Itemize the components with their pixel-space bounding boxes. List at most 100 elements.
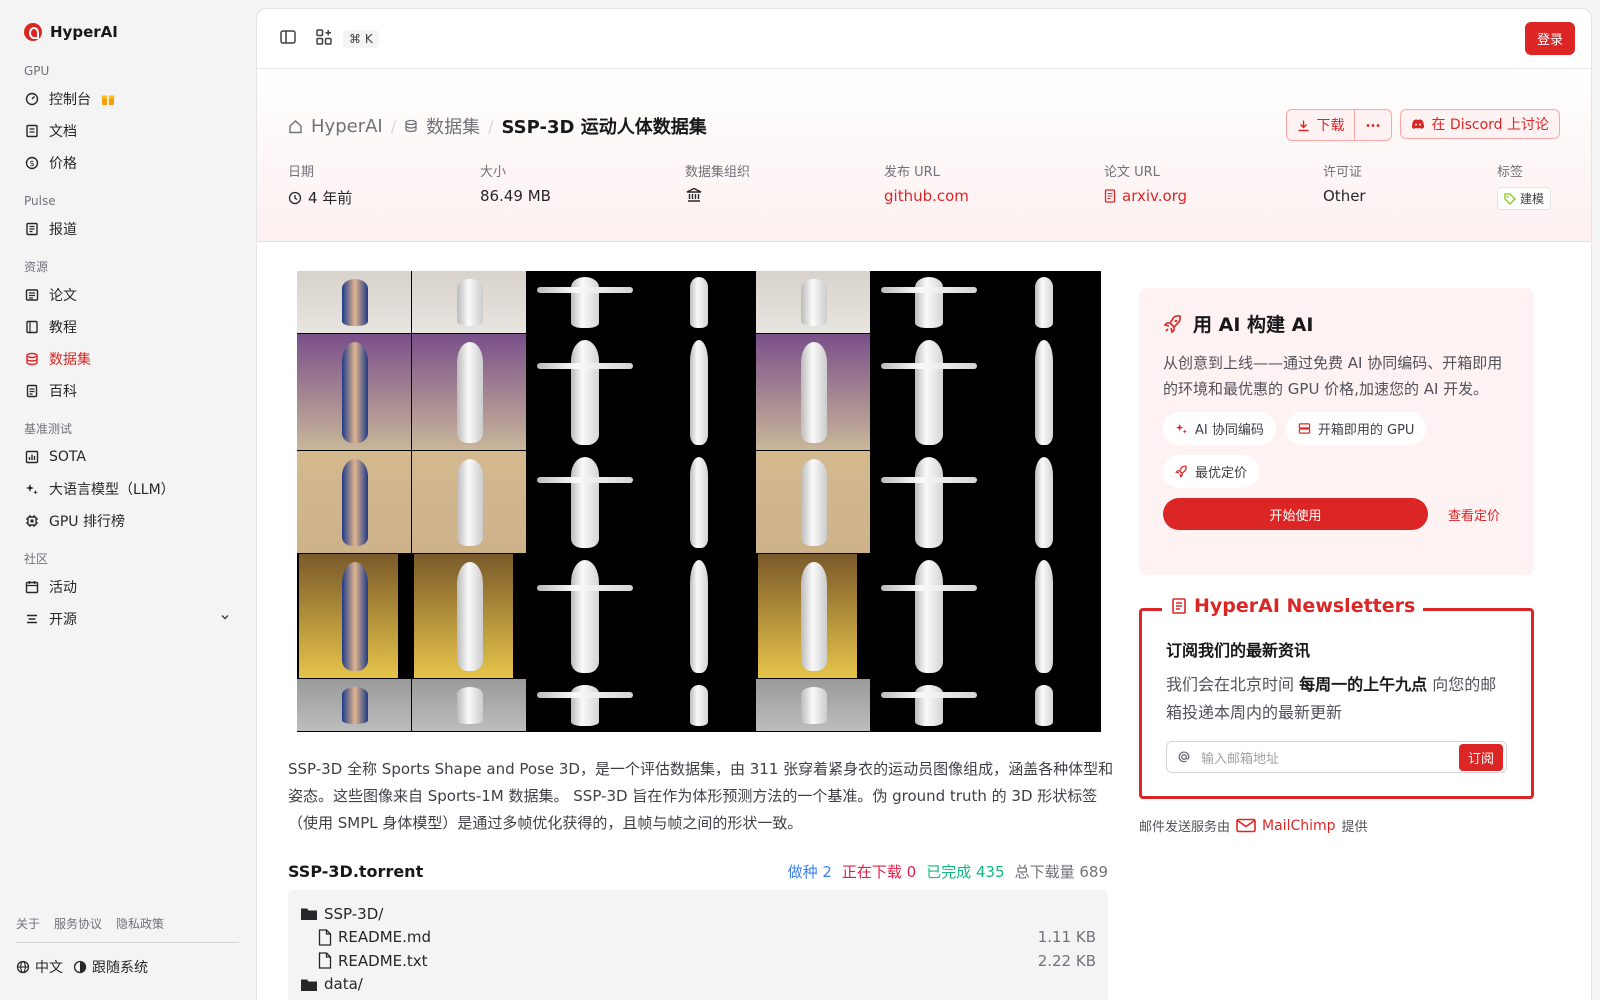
- breadcrumb-home[interactable]: HyperAI: [311, 116, 383, 137]
- file-row[interactable]: SSP-3D/: [300, 902, 1096, 926]
- meta-label: 日期: [288, 165, 315, 180]
- download-button[interactable]: 下载: [1287, 110, 1354, 140]
- mailchimp-link[interactable]: MailChimp: [1262, 818, 1336, 834]
- brand[interactable]: HyperAI: [16, 15, 239, 49]
- preview-mesh: [914, 340, 943, 445]
- file-name: README.md: [338, 928, 432, 947]
- sidebar-item-datasets[interactable]: 数据集: [16, 343, 239, 375]
- sidebar-item-llm[interactable]: 大语言模型（LLM）: [16, 473, 239, 505]
- file-row[interactable]: data/: [300, 973, 1096, 997]
- privacy-link[interactable]: 隐私政策: [116, 915, 164, 932]
- sidebar-item-docs[interactable]: 文档: [16, 115, 239, 147]
- download-label: 下载: [1316, 118, 1345, 134]
- brand-name: HyperAI: [50, 23, 118, 41]
- preview-figure: [801, 687, 827, 724]
- page-title: SSP-3D 运动人体数据集: [501, 117, 707, 138]
- promo-chips: AI 协同编码 开箱即用的 GPU 最优定价: [1163, 412, 1493, 488]
- preview-mesh-arms: [536, 363, 633, 369]
- chip-label: AI 协同编码: [1195, 423, 1264, 438]
- sidebar-item-events[interactable]: 活动: [16, 571, 239, 603]
- subscribe-button[interactable]: 订阅: [1458, 743, 1503, 771]
- view-pricing-link[interactable]: 查看定价: [1448, 505, 1500, 524]
- command-shortcut[interactable]: ⌘ K: [343, 29, 379, 48]
- header-actions: 下载 在 Discord 上讨论: [1286, 109, 1560, 141]
- preview-mesh: [914, 457, 943, 548]
- feature-chip: AI 协同编码: [1163, 412, 1276, 445]
- completed-count: 已完成 435: [926, 863, 1005, 881]
- about-link[interactable]: 关于: [16, 915, 40, 932]
- breadcrumb-datasets[interactable]: 数据集: [426, 113, 480, 139]
- gift-icon: [101, 92, 117, 106]
- newsletter-title: HyperAI Newsletters: [1194, 595, 1416, 617]
- sidebar-item-label: 大语言模型（LLM）: [49, 482, 175, 498]
- dataset-header: HyperAI / 数据集 / SSP-3D 运动人体数据集 下载 在 Disc…: [257, 69, 1591, 242]
- tag-chip[interactable]: 建模: [1497, 187, 1552, 210]
- file-icon: [318, 952, 332, 969]
- total-downloads: 总下载量 689: [1014, 863, 1108, 881]
- discord-button[interactable]: 在 Discord 上讨论: [1400, 109, 1560, 139]
- paper-link[interactable]: arxiv.org: [1122, 187, 1187, 205]
- release-link[interactable]: github.com: [884, 187, 969, 205]
- get-started-button[interactable]: 开始使用: [1163, 498, 1428, 530]
- newsletter-heading: 订阅我们的最新资讯: [1166, 641, 1311, 660]
- sidebar-item-tutorials[interactable]: 教程: [16, 311, 239, 343]
- email-input[interactable]: 输入邮箱地址: [1201, 748, 1279, 767]
- file-tree: SSP-3D/ README.md 1.11 KB README.txt 2.2…: [288, 890, 1108, 1000]
- list-icon: [25, 612, 39, 626]
- sidebar-toggle-icon[interactable]: [279, 28, 297, 50]
- preview-figure: [457, 279, 483, 326]
- file-row[interactable]: README.md 1.11 KB: [300, 926, 1096, 950]
- preview-figure: [457, 342, 483, 443]
- section-community: 社区: [24, 552, 49, 566]
- rocket-icon: [1175, 465, 1187, 478]
- hyperai-logo-icon: [24, 23, 42, 41]
- sidebar-item-pricing[interactable]: $ 价格: [16, 147, 239, 179]
- preview-mesh: [570, 560, 599, 673]
- more-button[interactable]: [1355, 110, 1391, 140]
- sidebar-item-papers[interactable]: 论文: [16, 279, 239, 311]
- tag-icon: [1504, 192, 1516, 205]
- topbar: ⌘ K 登录: [257, 9, 1591, 69]
- institution-icon[interactable]: [685, 187, 703, 203]
- sidebar-item-open-source[interactable]: 开源: [16, 603, 239, 635]
- database-icon: [405, 119, 417, 133]
- preview-mesh-arms: [880, 585, 977, 591]
- server-icon: [1298, 423, 1311, 434]
- promo-card: 用 AI 构建 AI 从创意到上线——通过免费 AI 协同编码、开箱即用的环境和…: [1139, 288, 1534, 575]
- login-button[interactable]: 登录: [1524, 22, 1575, 55]
- file-row[interactable]: README.txt 2.22 KB: [300, 949, 1096, 973]
- sidebar: HyperAI GPU 控制台 文档 $ 价格 Pulse 报道 资源 论文 教…: [0, 0, 255, 1000]
- promo-text: 从创意到上线——通过免费 AI 协同编码、开箱即用的环境和最优惠的 GPU 价格…: [1163, 354, 1503, 398]
- preview-mesh-arms: [536, 692, 633, 698]
- sparkles-icon: [25, 482, 39, 496]
- preview-figure: [801, 459, 827, 546]
- meta-value: 4 年前: [308, 189, 353, 207]
- preview-mesh-arms: [880, 477, 977, 483]
- sidebar-item-label: 开源: [49, 612, 77, 628]
- seeding-count: 做种 2: [787, 863, 832, 881]
- more-horizontal-icon: [1367, 123, 1380, 127]
- torrent-name[interactable]: SSP-3D.torrent: [288, 862, 423, 881]
- sidebar-item-news[interactable]: 报道: [16, 213, 239, 245]
- sidebar-item-gpu-rank[interactable]: GPU 排行榜: [16, 505, 239, 537]
- newsletter-legend: HyperAI Newsletters: [1162, 595, 1424, 617]
- language-switcher[interactable]: 中文: [16, 957, 63, 977]
- sidebar-item-wiki[interactable]: 百科: [16, 375, 239, 407]
- apps-icon[interactable]: [315, 28, 333, 50]
- rocket-icon: [1163, 314, 1181, 334]
- sidebar-item-sota[interactable]: SOTA: [16, 441, 239, 473]
- sidebar-item-console[interactable]: 控制台: [16, 83, 239, 115]
- theme-icon: [73, 960, 87, 974]
- theme-switcher[interactable]: 跟随系统: [73, 957, 148, 977]
- terms-link[interactable]: 服务协议: [54, 915, 102, 932]
- file-icon: [318, 929, 332, 946]
- file-name: data/: [324, 975, 363, 994]
- sidebar-item-label: 活动: [49, 580, 77, 596]
- chevron-down-icon[interactable]: [219, 611, 231, 627]
- file-size: 1.11 KB: [1037, 928, 1096, 947]
- main-panel: ⌘ K 登录 HyperAI / 数据集 / SSP-3D 运动人体数据集 下载: [256, 8, 1592, 1000]
- meta-size: 大小 86.49 MB: [480, 161, 551, 205]
- dataset-preview-image: [297, 271, 1101, 732]
- preview-mesh-arms: [536, 585, 633, 591]
- discord-icon: [1412, 118, 1425, 129]
